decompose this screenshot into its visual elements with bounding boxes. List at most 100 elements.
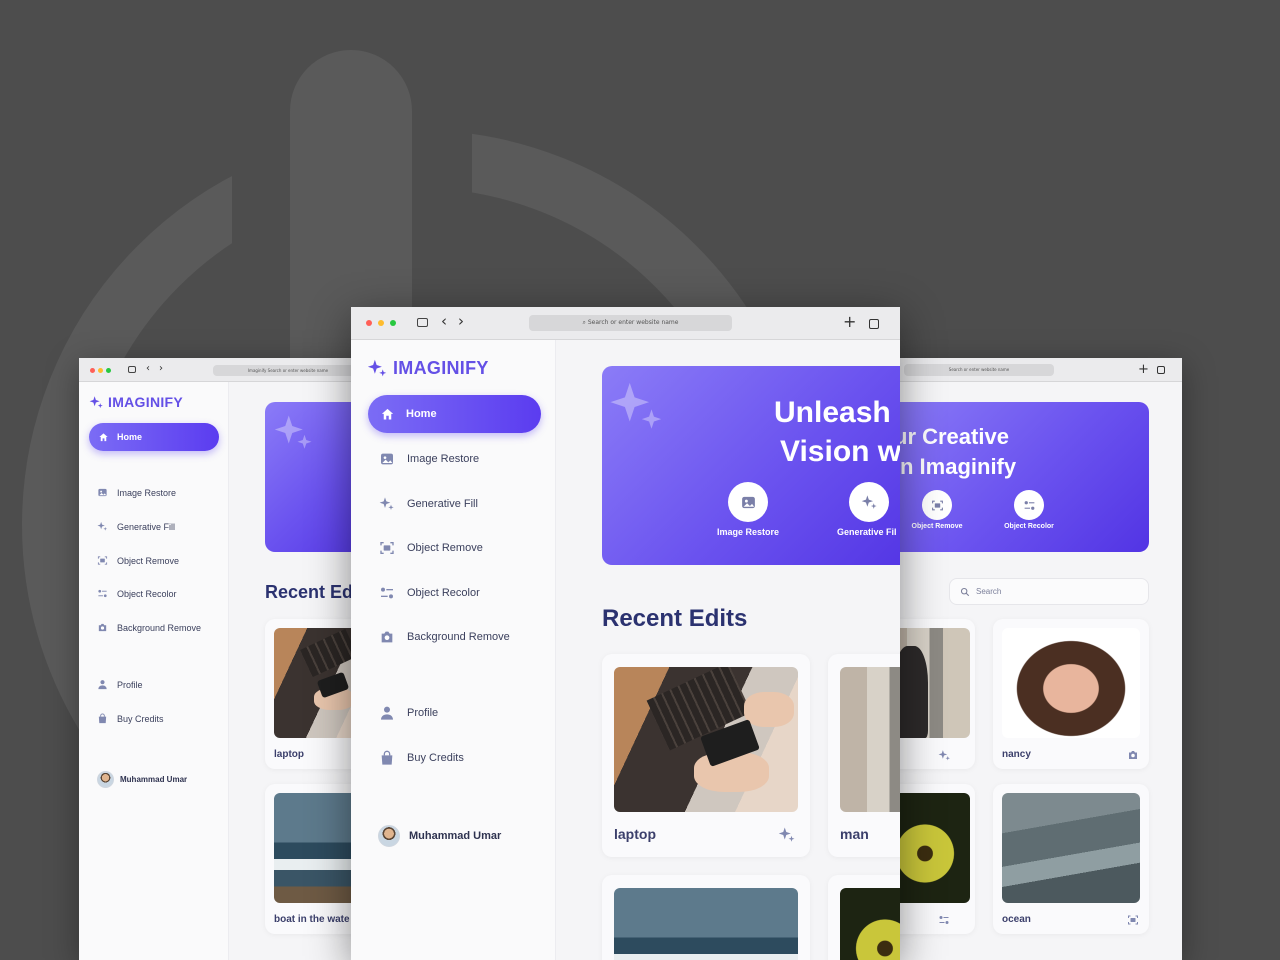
forward-icon[interactable]: › (159, 364, 163, 374)
nav-label: Object Remove (407, 542, 483, 554)
edit-card[interactable]: man (828, 654, 900, 857)
sparkles-decoration-icon (610, 382, 662, 429)
nav-label: Background Remove (407, 631, 510, 643)
edit-card[interactable] (602, 875, 810, 960)
card-title: nancy (1002, 749, 1031, 760)
tabs-overview-icon[interactable] (869, 319, 879, 329)
edit-card[interactable] (828, 875, 900, 960)
section-title: Recent Edits (602, 605, 748, 632)
nav-generative-fill[interactable]: Generative Fill (97, 521, 175, 532)
center-browser-window: ‹ › ⌕ Search or enter website name + IMA… (351, 307, 900, 960)
nav-label: Generative Fill (117, 521, 176, 532)
edit-card[interactable]: nancy (993, 619, 1149, 769)
logo[interactable]: IMAGINIFY (367, 358, 489, 379)
scan-icon (97, 556, 108, 565)
nav-background-remove[interactable]: Background Remove (97, 622, 201, 633)
nav-home[interactable]: Home (89, 423, 219, 451)
nav-object-remove[interactable]: Object Remove (97, 555, 179, 566)
camera-icon (98, 623, 107, 632)
tabs-overview-icon[interactable] (1157, 366, 1165, 374)
nav-background-remove[interactable]: Background Remove (379, 629, 510, 645)
nav-label: Object Recolor (117, 588, 177, 599)
logo-text: IMAGINIFY (108, 394, 184, 410)
nav-object-remove[interactable]: Object Remove (379, 540, 483, 556)
nav-label: Generative Fill (407, 498, 478, 510)
man-image (840, 667, 900, 812)
left-browser-window: ‹ › Imaginify Search or enter website na… (79, 358, 369, 960)
forward-icon[interactable]: › (458, 314, 464, 329)
filter-icon (1024, 500, 1034, 510)
sidebar-toggle-icon[interactable] (128, 366, 136, 373)
edit-card[interactable]: ocean (993, 784, 1149, 934)
search-input[interactable]: Search (949, 578, 1149, 605)
address-bar[interactable]: Imaginify Search or enter website name (213, 365, 363, 376)
edit-card[interactable] (890, 784, 975, 934)
maximize-dot[interactable] (390, 320, 396, 326)
ocean-image (1002, 793, 1140, 903)
object-recolor-button[interactable] (1014, 490, 1044, 520)
new-tab-icon[interactable]: + (1138, 363, 1149, 376)
back-icon[interactable]: ‹ (146, 364, 150, 374)
user-icon (98, 680, 107, 690)
nav-label: Buy Credits (117, 713, 164, 724)
close-dot[interactable] (366, 320, 372, 326)
minimize-dot[interactable] (378, 320, 384, 326)
action-label: Image Restore (716, 527, 780, 537)
address-bar[interactable]: ⌕ Search or enter website name (529, 315, 732, 331)
nav-label: Buy Credits (407, 752, 464, 764)
home-icon (381, 408, 394, 419)
sparkles-icon (97, 521, 108, 531)
nav-profile[interactable]: Profile (97, 679, 143, 690)
sidebar: IMAGINIFY Home Image Restore Generative … (79, 382, 229, 960)
nav-buy-credits[interactable]: Buy Credits (97, 713, 164, 724)
new-tab-icon[interactable]: + (843, 314, 856, 330)
action-label: Generative Fil (837, 527, 897, 537)
browser-toolbar: Search or enter website name + (890, 358, 1182, 382)
user-profile[interactable]: Muhammad Umar (378, 825, 501, 847)
logo[interactable]: IMAGINIFY (89, 394, 183, 410)
nav-buy-credits[interactable]: Buy Credits (379, 750, 464, 766)
nav-image-restore[interactable]: Image Restore (97, 487, 176, 498)
address-bar[interactable]: Search or enter website name (904, 364, 1054, 376)
edit-card[interactable]: laptop (602, 654, 810, 857)
browser-toolbar: ‹ › Imaginify Search or enter website na… (79, 358, 369, 382)
camera-icon (381, 631, 393, 643)
nav-home[interactable]: Home (368, 395, 541, 433)
man-image (890, 628, 970, 738)
user-name: Muhammad Umar (409, 830, 502, 842)
edit-card[interactable]: laptop (265, 619, 369, 769)
sidebar: IMAGINIFY Home Image Restore Generative … (351, 340, 556, 960)
action-label: Object Remove (911, 523, 963, 530)
nav-label: Object Recolor (407, 587, 480, 599)
user-profile[interactable]: Muhammad Umar (97, 771, 187, 788)
action-label: Object Recolor (1004, 523, 1054, 530)
nav-generative-fill[interactable]: Generative Fill (379, 496, 478, 512)
scan-icon (380, 542, 394, 554)
sidebar-toggle-icon[interactable] (417, 318, 428, 327)
nav-object-recolor[interactable]: Object Recolor (97, 588, 177, 599)
sparkles-decoration-icon (274, 415, 312, 449)
maximize-dot[interactable] (106, 368, 111, 373)
hero-banner: Unleash Vision w Image Restore Generativ… (602, 366, 900, 565)
close-dot[interactable] (90, 368, 95, 373)
generative-fill-button[interactable] (849, 482, 889, 522)
object-remove-button[interactable] (922, 490, 952, 520)
image-restore-button[interactable] (728, 482, 768, 522)
back-icon[interactable]: ‹ (441, 314, 447, 329)
edit-card[interactable] (890, 619, 975, 769)
minimize-dot[interactable] (98, 368, 103, 373)
nav-image-restore[interactable]: Image Restore (379, 451, 479, 467)
edit-card[interactable]: boat in the wate (265, 784, 369, 934)
camera-icon (1129, 751, 1137, 759)
hero-banner: ur Creative n Imaginify Object Remove Ob… (890, 402, 1149, 552)
nav-object-recolor[interactable]: Object Recolor (379, 585, 480, 601)
browser-toolbar: ‹ › ⌕ Search or enter website name + (351, 307, 900, 340)
filter-icon (939, 916, 949, 924)
sparkles-icon (778, 827, 795, 842)
laptop-image (614, 667, 798, 812)
nav-label: Home (406, 408, 437, 420)
nav-label: Profile (407, 707, 439, 719)
nav-label: Background Remove (117, 622, 202, 633)
nav-profile[interactable]: Profile (379, 705, 438, 721)
sparkles-icon (938, 750, 950, 761)
